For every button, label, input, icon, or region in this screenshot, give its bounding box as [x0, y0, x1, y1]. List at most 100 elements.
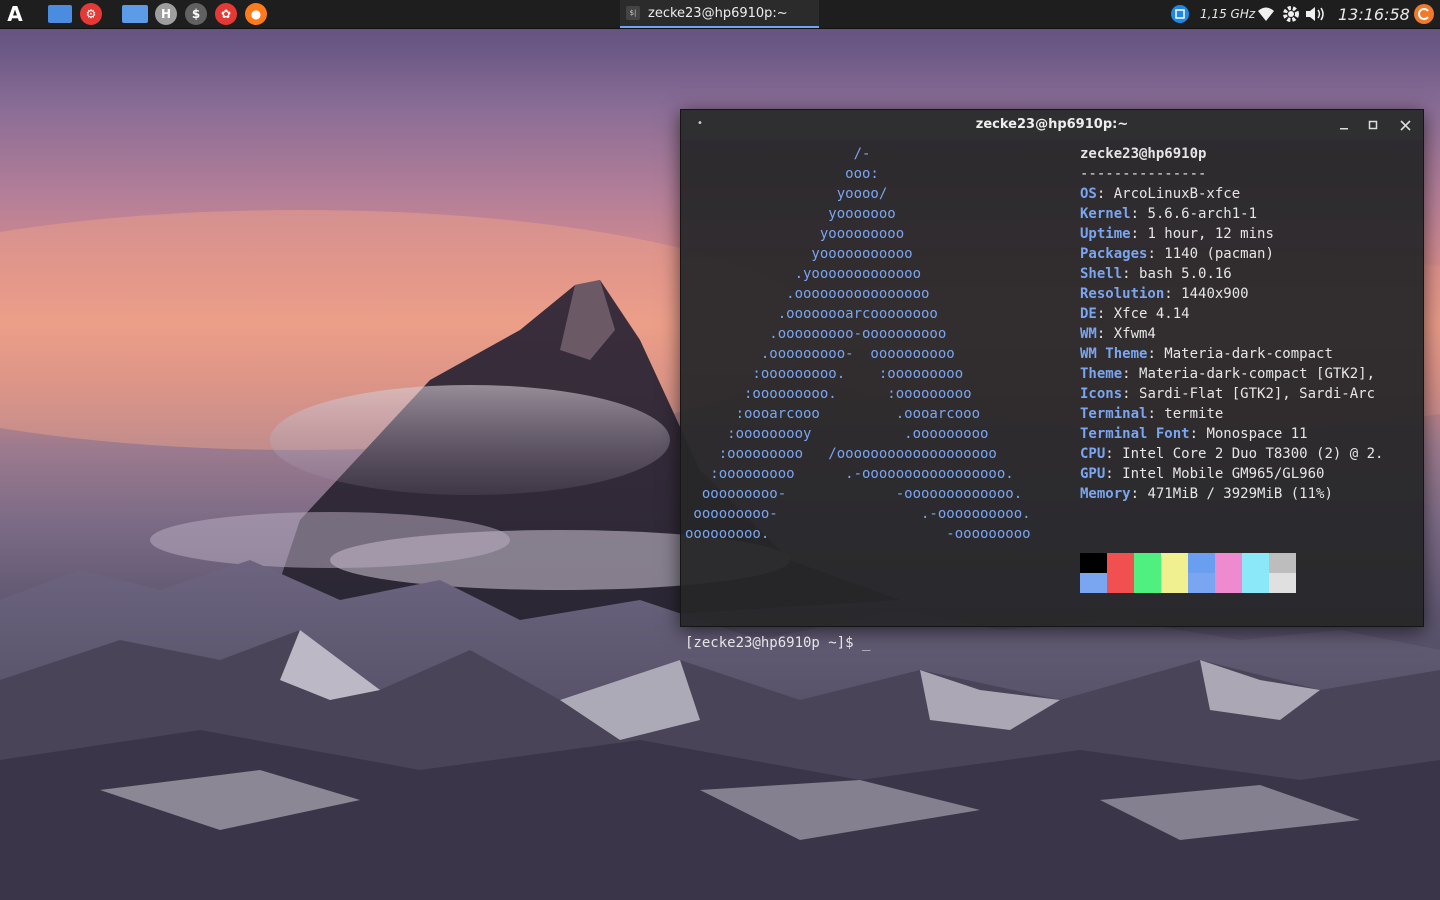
info-row: Terminal: termite: [1080, 404, 1383, 424]
color-swatch: [1215, 553, 1242, 573]
info-row: Shell: bash 5.0.16: [1080, 264, 1383, 284]
power-menu-icon[interactable]: [1413, 0, 1435, 28]
color-swatch: [1080, 553, 1107, 573]
info-colon: :: [1096, 306, 1114, 322]
info-key: Uptime: [1080, 226, 1131, 242]
info-colon: :: [1130, 206, 1148, 222]
info-value: termite: [1164, 406, 1224, 422]
info-value: bash 5.0.16: [1139, 266, 1232, 282]
window-titlebar[interactable]: • zecke23@hp6910p:~: [681, 110, 1423, 140]
user-host: zecke23@hp6910p: [1080, 146, 1207, 162]
color-swatch: [1161, 573, 1188, 593]
clock[interactable]: 13:16:58: [1338, 0, 1410, 28]
info-key: OS: [1080, 186, 1097, 202]
info-colon: :: [1130, 486, 1148, 502]
info-colon: :: [1122, 266, 1140, 282]
volume-icon[interactable]: [1304, 0, 1330, 28]
info-row: Kernel: 5.6.6-arch1-1: [1080, 204, 1383, 224]
info-row: Resolution: 1440x900: [1080, 284, 1383, 304]
info-row: Theme: Materia-dark-compact [GTK2],: [1080, 364, 1383, 384]
info-value: 471MiB / 3929MiB (11%): [1147, 486, 1333, 502]
color-swatch: [1080, 573, 1107, 593]
info-key: DE: [1080, 306, 1097, 322]
color-swatch: [1134, 553, 1161, 573]
info-row: Terminal Font: Monospace 11: [1080, 424, 1383, 444]
maximize-button[interactable]: [1362, 114, 1384, 136]
info-row: DE: Xfce 4.14: [1080, 304, 1383, 324]
info-row: OS: ArcoLinuxB-xfce: [1080, 184, 1383, 204]
info-value: 1140 (pacman): [1164, 246, 1274, 262]
info-value: Intel Core 2 Duo T8300 (2) @ 2.: [1122, 446, 1384, 462]
color-swatch: [1161, 553, 1188, 573]
color-swatch: [1242, 553, 1269, 573]
color-swatch: [1107, 553, 1134, 573]
file-manager-icon[interactable]: [122, 5, 148, 23]
close-button[interactable]: [1394, 114, 1416, 136]
info-row: GPU: Intel Mobile GM965/GL960: [1080, 464, 1383, 484]
info-row: Uptime: 1 hour, 12 mins: [1080, 224, 1383, 244]
info-colon: :: [1164, 286, 1182, 302]
info-value: 1440x900: [1181, 286, 1249, 302]
info-row: Packages: 1140 (pacman): [1080, 244, 1383, 264]
terminal-launcher-icon[interactable]: $: [185, 3, 207, 25]
settings-tray-icon[interactable]: [1281, 0, 1301, 28]
color-swatch: [1107, 573, 1134, 593]
firefox-icon[interactable]: ●: [245, 3, 267, 25]
terminal-task-icon: $|: [626, 6, 640, 20]
wifi-icon[interactable]: [1257, 0, 1275, 28]
window-title: zecke23@hp6910p:~: [975, 117, 1129, 132]
info-value: 1 hour, 12 mins: [1147, 226, 1274, 242]
app-icon[interactable]: ✿: [215, 3, 237, 25]
terminal-content[interactable]: /- ooo: yoooo/ yooooooo yooooooooo yoooo…: [681, 140, 1423, 651]
info-key: Terminal: [1080, 406, 1148, 422]
color-swatch: [1269, 553, 1296, 573]
info-colon: :: [1130, 226, 1148, 242]
info-colon: :: [1122, 386, 1140, 402]
info-colon: :: [1122, 366, 1140, 382]
top-panel: A ⚙ H $ ✿ ● $| zecke23@hp6910p:~ 1,15 GHz 13:…: [0, 0, 1440, 29]
hardinfo-icon[interactable]: H: [155, 3, 177, 25]
terminal-window[interactable]: • zecke23@hp6910p:~ /- ooo: yoooo/ yoooo…: [680, 109, 1424, 651]
info-row: Memory: 471MiB / 3929MiB (11%): [1080, 484, 1383, 504]
info-row: WM: Xfwm4: [1080, 324, 1383, 344]
info-colon: :: [1096, 326, 1114, 342]
taskbar-window-button[interactable]: $| zecke23@hp6910p:~: [620, 0, 819, 28]
system-info: zecke23@hp6910p --------------- OS: Arco…: [1080, 144, 1383, 504]
color-swatch: [1269, 573, 1296, 593]
info-value: Materia-dark-compact [GTK2],: [1139, 366, 1376, 382]
shell-prompt[interactable]: [zecke23@hp6910p ~]$ _: [685, 633, 870, 653]
info-value: 5.6.6-arch1-1: [1147, 206, 1258, 222]
info-row: Icons: Sardi-Flat [GTK2], Sardi-Arc: [1080, 384, 1383, 404]
taskbar-window-title: zecke23@hp6910p:~: [648, 5, 788, 21]
desktop-icon[interactable]: [48, 5, 72, 23]
info-key: Shell: [1080, 266, 1123, 282]
minimize-button[interactable]: [1333, 114, 1355, 136]
info-key: WM Theme: [1080, 346, 1148, 362]
color-swatch: [1188, 573, 1215, 593]
info-key: WM: [1080, 326, 1097, 342]
info-separator: ---------------: [1080, 166, 1207, 182]
color-swatch: [1188, 553, 1215, 573]
info-row: WM Theme: Materia-dark-compact: [1080, 344, 1383, 364]
info-key: Resolution: [1080, 286, 1165, 302]
cpu-frequency[interactable]: 1,15 GHz: [1200, 0, 1255, 28]
cpu-icon[interactable]: [1170, 0, 1190, 28]
info-value: Xfce 4.14: [1113, 306, 1190, 322]
info-key: Memory: [1080, 486, 1131, 502]
info-colon: :: [1147, 246, 1165, 262]
info-value: Xfwm4: [1113, 326, 1156, 342]
info-key: Kernel: [1080, 206, 1131, 222]
info-key: Terminal Font: [1080, 426, 1190, 442]
arcolinux-logo-icon[interactable]: A: [4, 2, 26, 26]
info-value: ArcoLinuxB-xfce: [1113, 186, 1241, 202]
info-row: CPU: Intel Core 2 Duo T8300 (2) @ 2.: [1080, 444, 1383, 464]
info-value: Materia-dark-compact: [1164, 346, 1333, 362]
info-colon: :: [1147, 346, 1165, 362]
color-swatch: [1134, 573, 1161, 593]
info-value: Intel Mobile GM965/GL960: [1122, 466, 1325, 482]
info-key: Icons: [1080, 386, 1123, 402]
settings-icon[interactable]: ⚙: [80, 3, 102, 25]
arcolinux-ascii-logo: /- ooo: yoooo/ yooooooo yooooooooo yoooo…: [685, 146, 1031, 542]
info-colon: :: [1147, 406, 1165, 422]
info-key: Theme: [1080, 366, 1123, 382]
